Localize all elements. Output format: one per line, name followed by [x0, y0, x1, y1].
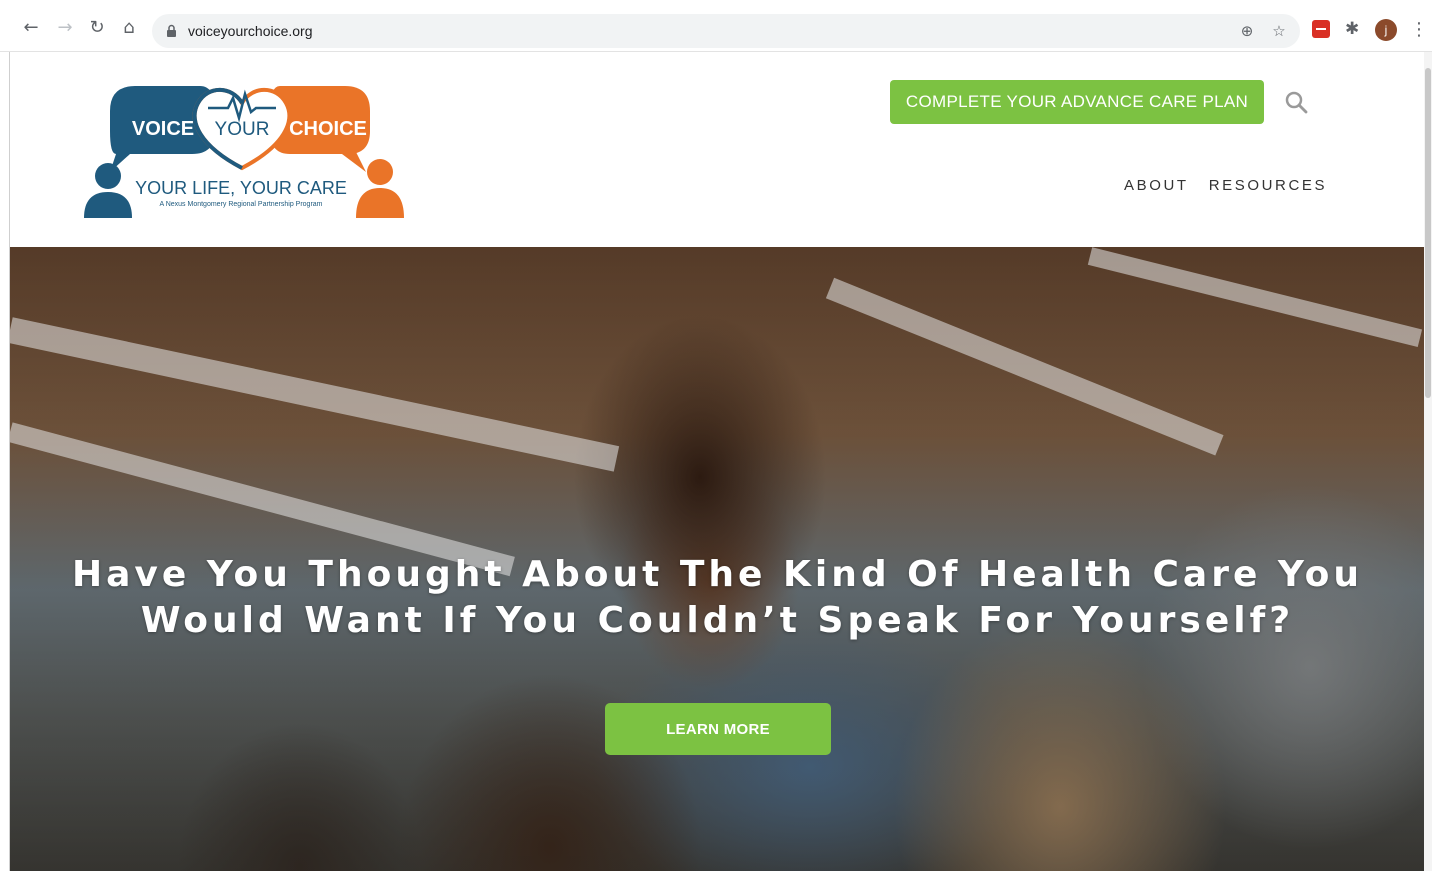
- hero-title: Have You Thought About The Kind Of Healt…: [70, 552, 1365, 644]
- search-icon[interactable]: [1284, 90, 1308, 114]
- site-logo[interactable]: VOICE YOUR CHOICE YOUR LIFE, YOUR CARE A…: [80, 76, 405, 226]
- logo-word-voice: VOICE: [132, 118, 194, 140]
- nav-item-resources[interactable]: RESOURCES: [1209, 177, 1327, 194]
- home-icon[interactable]: ⌂: [118, 16, 140, 38]
- learn-more-button[interactable]: LEARN MORE: [605, 703, 831, 755]
- scrollbar-thumb[interactable]: [1425, 68, 1431, 398]
- site-header: VOICE YOUR CHOICE YOUR LIFE, YOUR CARE A…: [10, 52, 1425, 247]
- bookmark-star-icon[interactable]: ☆: [1270, 22, 1288, 40]
- ceiling-light: [825, 277, 1224, 456]
- nav-item-about[interactable]: ABOUT: [1124, 177, 1189, 194]
- logo-word-your: YOUR: [215, 119, 270, 140]
- web-page: VOICE YOUR CHOICE YOUR LIFE, YOUR CARE A…: [9, 52, 1425, 871]
- page-scrollbar[interactable]: [1424, 52, 1432, 871]
- url-text[interactable]: voiceyourchoice.org: [188, 23, 313, 39]
- extension-icon[interactable]: [1312, 20, 1330, 38]
- complete-care-plan-button[interactable]: COMPLETE YOUR ADVANCE CARE PLAN: [890, 80, 1264, 124]
- hero-title-line-2: Would Want If You Couldn’t Speak For You…: [140, 600, 1295, 641]
- browser-toolbar: ← → ↻ ⌂ voiceyourchoice.org ⊕ ☆ ✱ j ⋮: [0, 0, 1432, 52]
- extensions-puzzle-icon[interactable]: ✱: [1345, 20, 1363, 38]
- profile-avatar[interactable]: j: [1375, 19, 1397, 41]
- ceiling-light: [1087, 247, 1423, 347]
- lock-icon: [167, 24, 176, 37]
- reload-icon[interactable]: ↻: [86, 16, 108, 38]
- hero-title-line-1: Have You Thought About The Kind Of Healt…: [71, 554, 1364, 595]
- main-nav: ABOUT RESOURCES: [1124, 177, 1327, 194]
- logo-word-choice: CHOICE: [289, 118, 367, 140]
- logo-tagline: YOUR LIFE, YOUR CARE: [135, 178, 347, 198]
- hero-banner: Have You Thought About The Kind Of Healt…: [10, 247, 1425, 871]
- back-icon[interactable]: ←: [20, 16, 42, 38]
- browser-menu-icon[interactable]: ⋮: [1410, 18, 1428, 42]
- logo-subtagline: A Nexus Montgomery Regional Partnership …: [159, 201, 322, 208]
- address-bar[interactable]: voiceyourchoice.org ⊕ ☆: [152, 14, 1300, 48]
- zoom-icon[interactable]: ⊕: [1238, 22, 1256, 40]
- forward-icon[interactable]: →: [54, 16, 76, 38]
